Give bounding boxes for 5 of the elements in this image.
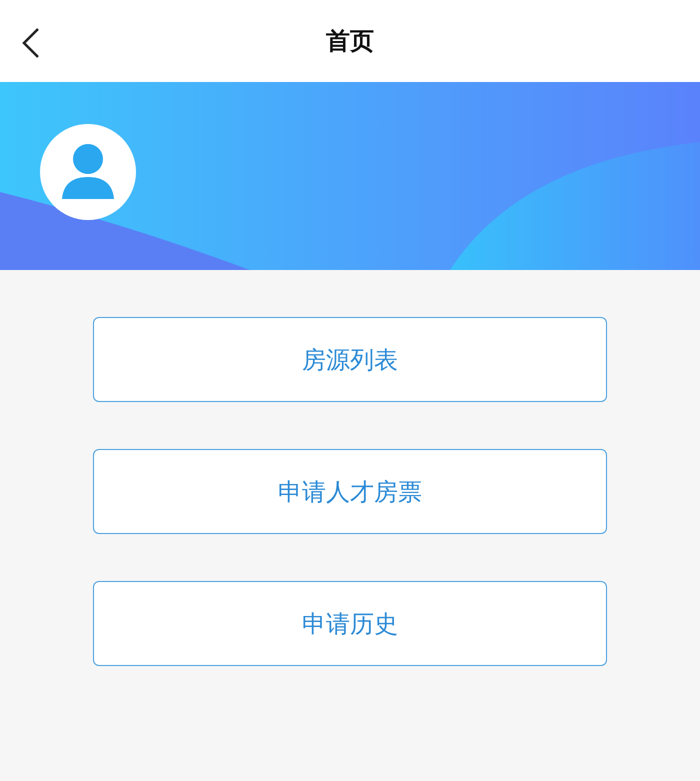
menu-button[interactable]: 申请人才房票 bbox=[93, 449, 607, 534]
menu-button[interactable]: 房源列表 bbox=[93, 317, 607, 402]
back-icon[interactable] bbox=[20, 27, 42, 59]
page-title: 首页 bbox=[326, 26, 374, 57]
menu-button[interactable]: 申请历史 bbox=[93, 581, 607, 666]
